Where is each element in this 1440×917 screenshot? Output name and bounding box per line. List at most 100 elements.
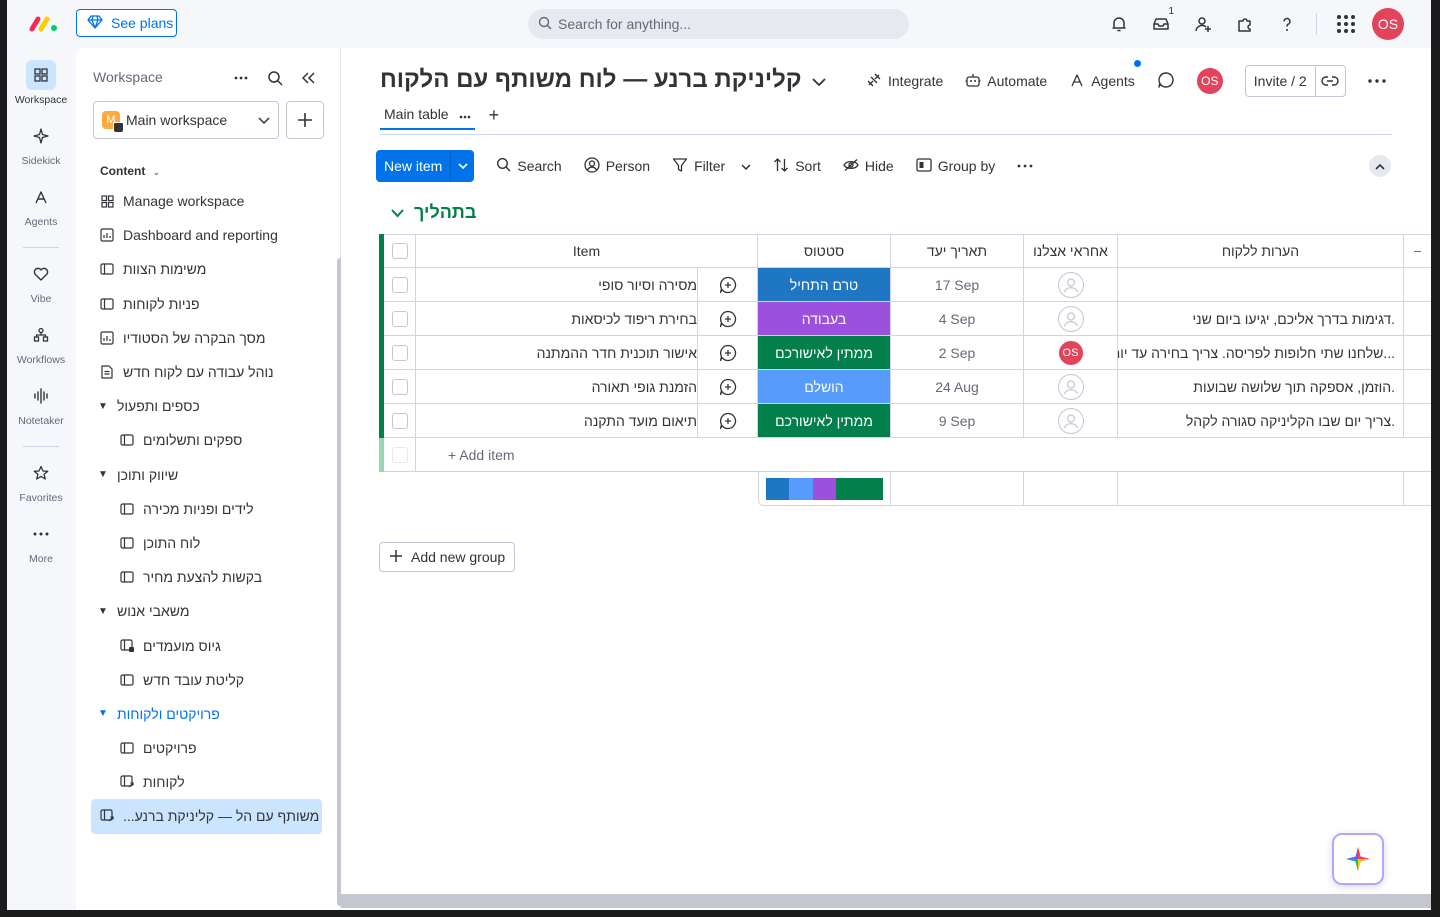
bell-icon[interactable]	[1098, 8, 1140, 40]
row-checkbox[interactable]	[391, 412, 408, 429]
caret-down-icon[interactable]: ▼	[97, 708, 109, 719]
copy-link-icon[interactable]	[1314, 66, 1345, 96]
horizontal-scrollbar[interactable]	[341, 894, 1431, 908]
tree-item-shared-board[interactable]: גיוס מועמדים	[91, 628, 322, 662]
filter-button[interactable]: Filter	[672, 157, 751, 176]
owner-cell[interactable]	[1024, 370, 1118, 404]
tree-item-board[interactable]: לוח התוכן	[91, 526, 322, 560]
more-dots-icon[interactable]	[459, 106, 471, 122]
add-update-icon[interactable]	[698, 268, 758, 302]
status-summary-bar[interactable]	[765, 477, 884, 500]
rail-favorites[interactable]: Favorites	[7, 458, 75, 504]
item-name-cell[interactable]: מסירה וסיור סופי	[416, 268, 698, 302]
sidekick-sparkle-icon[interactable]	[1332, 833, 1384, 885]
tree-item-board[interactable]: בקשות להצעת מחיר	[91, 560, 322, 594]
tree-folder-projects[interactable]: ▼ פרויקטים ולקוחות	[91, 697, 322, 731]
column-header-owner[interactable]: אחראי אצלנו	[1024, 234, 1118, 268]
see-plans-button[interactable]: See plans	[76, 9, 177, 37]
tree-folder-marketing[interactable]: ▼ שיווק ותוכן	[91, 458, 322, 492]
apps-puzzle-icon[interactable]	[1224, 8, 1266, 40]
item-name-cell[interactable]: אישור תוכנית חדר ההמתנה	[416, 336, 698, 370]
collapse-panel-icon[interactable]	[297, 66, 321, 90]
date-cell[interactable]: 2 Sep	[891, 336, 1024, 370]
search-button[interactable]: Search	[496, 157, 562, 175]
add-view-plus-icon[interactable]: +	[489, 105, 500, 126]
monday-logo-icon[interactable]	[29, 12, 59, 34]
date-cell[interactable]: 4 Sep	[891, 302, 1024, 336]
status-cell[interactable]: הושלם	[758, 370, 891, 404]
tree-folder-finance[interactable]: ▼ כספים ותפעול	[91, 389, 322, 423]
rail-sidekick[interactable]: Sidekick	[7, 121, 75, 167]
item-name-cell[interactable]: תיאום מועד התקנה	[416, 404, 698, 438]
tree-item-board[interactable]: קליטת עובד חדש	[91, 663, 322, 697]
rail-more[interactable]: More	[7, 519, 75, 565]
invite-button[interactable]: Invite / 2	[1244, 65, 1346, 97]
notes-cell[interactable]: הוזמן, אספקה תוך שלושה שבועות.	[1118, 370, 1404, 404]
notes-cell[interactable]: צריך יום שבו הקליניקה סגורה לקהל.	[1118, 404, 1404, 438]
column-header-item[interactable]: Item	[416, 234, 758, 268]
tree-item-board[interactable]: פרויקטים	[91, 731, 322, 765]
more-dots-icon[interactable]	[229, 66, 253, 90]
add-item-button[interactable]	[286, 101, 324, 139]
add-update-icon[interactable]	[698, 370, 758, 404]
status-cell[interactable]: בעבודה	[758, 302, 891, 336]
date-cell[interactable]: 9 Sep	[891, 404, 1024, 438]
add-update-icon[interactable]	[698, 336, 758, 370]
apps-grid-icon[interactable]	[1325, 8, 1367, 40]
workspace-selector[interactable]: M Main workspace	[93, 101, 279, 139]
tree-item-manage-workspace[interactable]: Manage workspace	[91, 184, 322, 218]
status-cell[interactable]: ממתין לאישורכם	[758, 336, 891, 370]
column-header-notes[interactable]: הערות ללקוח	[1118, 234, 1404, 268]
status-cell[interactable]: ממתין לאישורכם	[758, 404, 891, 438]
global-search-input[interactable]: Search for anything...	[528, 9, 909, 39]
inbox-icon[interactable]: 1	[1140, 6, 1182, 40]
chevron-up-icon[interactable]	[1369, 155, 1391, 177]
tree-item-dashboard-reporting[interactable]: Dashboard and reporting	[91, 218, 322, 252]
content-filter[interactable]: Content ⌄	[100, 164, 160, 178]
rail-agents[interactable]: Agents	[7, 182, 75, 228]
rail-workspace[interactable]: Workspace	[7, 60, 75, 106]
tree-item-doc[interactable]: נוהל עבודה עם לקוח חדש	[91, 355, 322, 389]
owner-cell[interactable]	[1024, 302, 1118, 336]
tab-main-table[interactable]: Main table	[380, 100, 475, 130]
group-header[interactable]: בתהליך	[391, 202, 476, 223]
automate-button[interactable]: Automate	[965, 72, 1047, 91]
row-checkbox[interactable]	[391, 344, 408, 361]
select-all-checkbox[interactable]	[391, 243, 408, 259]
group-by-button[interactable]: Group by	[916, 157, 995, 175]
more-dots-icon[interactable]	[1368, 79, 1386, 83]
tree-folder-hr[interactable]: ▼ משאבי אנוש	[91, 594, 322, 628]
chevron-down-icon[interactable]	[741, 158, 751, 174]
integrate-button[interactable]: Integrate	[866, 72, 943, 91]
caret-down-icon[interactable]: ▼	[97, 401, 109, 412]
owner-cell[interactable]	[1024, 404, 1118, 438]
search-icon[interactable]	[263, 66, 287, 90]
more-dots-icon[interactable]	[1017, 164, 1033, 168]
add-update-icon[interactable]	[698, 404, 758, 438]
date-cell[interactable]: 24 Aug	[891, 370, 1024, 404]
invite-members-icon[interactable]	[1182, 8, 1224, 40]
user-avatar[interactable]: OS	[1367, 8, 1409, 40]
board-title[interactable]: קליניקת ברנע — לוח משותף עם הלקוח	[380, 66, 826, 94]
tree-item-board[interactable]: לידים ופניות מכירה	[91, 492, 322, 526]
tree-item-board[interactable]: פניות לקוחות	[91, 287, 322, 321]
tree-item-board[interactable]: ספקים ותשלומים	[91, 423, 322, 457]
add-column-button[interactable]: −	[1404, 234, 1431, 268]
board-owner-avatar[interactable]: OS	[1196, 68, 1223, 94]
add-update-icon[interactable]	[698, 302, 758, 336]
owner-cell[interactable]	[1024, 268, 1118, 302]
caret-down-icon[interactable]: ▼	[97, 469, 109, 480]
tree-item-current-board[interactable]: לוח משותף עם הל — קליניקת ברנע...	[91, 799, 322, 834]
rail-vibe[interactable]: Vibe	[7, 259, 75, 305]
notes-cell[interactable]: דגימות בדרך אליכם, יגיעו ביום שני.	[1118, 302, 1404, 336]
item-name-cell[interactable]: בחירת ריפוד לכיסאות	[416, 302, 698, 336]
tree-item-shared-board[interactable]: לקוחות	[91, 765, 322, 799]
column-header-status[interactable]: סטטוס	[758, 234, 891, 268]
new-item-button[interactable]: New item	[376, 150, 475, 182]
hide-button[interactable]: Hide	[843, 158, 894, 175]
notes-cell[interactable]: שלחנו שתי חלופות לפריסה. צריך בחירה עד י…	[1118, 336, 1404, 370]
person-filter-button[interactable]: Person	[584, 156, 650, 176]
owner-cell[interactable]: OS	[1024, 336, 1118, 370]
rail-notetaker[interactable]: Notetaker	[7, 381, 75, 427]
tree-item-dashboard[interactable]: מסך הבקרה של הסטודיו	[91, 321, 322, 355]
